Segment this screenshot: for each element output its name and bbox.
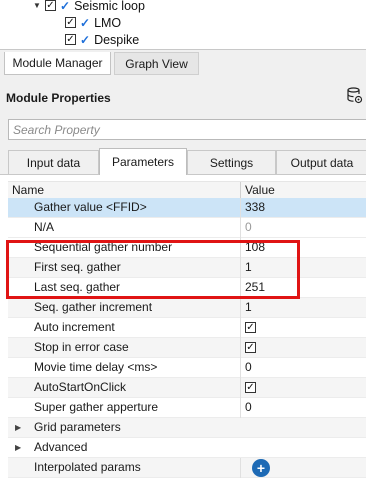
property-value[interactable]: 0: [245, 398, 252, 417]
column-divider: [240, 218, 241, 238]
checkbox-lmo[interactable]: ✓: [65, 17, 76, 28]
property-name: Movie time delay <ms>: [34, 360, 158, 374]
property-row-interpolated-params[interactable]: Interpolated params +: [8, 458, 366, 478]
property-row-autostartonclick[interactable]: AutoStartOnClick ✓: [8, 378, 366, 398]
expand-arrow-icon[interactable]: ▶: [15, 438, 21, 457]
property-row-movie-time-delay[interactable]: Movie time delay <ms> 0: [8, 358, 366, 378]
grid-header: Name Value: [8, 181, 366, 199]
collapse-arrow-icon[interactable]: ▼: [33, 0, 41, 14]
tab-output-data[interactable]: Output data: [276, 150, 366, 174]
panel-title: Module Properties: [6, 91, 111, 105]
property-name: N/A: [34, 220, 55, 234]
view-tabs: Module Manager Graph View: [0, 49, 366, 77]
property-row-na[interactable]: N/A 0: [8, 218, 366, 238]
property-grid: Name Value Gather value <FFID> 338 N/A 0…: [0, 175, 366, 478]
property-name: Seq. gather increment: [34, 300, 153, 314]
blue-check-icon: ✓: [80, 15, 91, 30]
property-row-seq-gather-increment[interactable]: Seq. gather increment 1: [8, 298, 366, 318]
column-divider: [240, 458, 241, 478]
property-row-auto-increment[interactable]: Auto increment ✓: [8, 318, 366, 338]
tab-label: Settings: [209, 155, 254, 170]
column-divider: [240, 198, 241, 218]
property-value[interactable]: 338: [245, 198, 265, 217]
column-divider: [240, 378, 241, 398]
tab-input-data[interactable]: Input data: [8, 150, 99, 174]
tab-label: Input data: [26, 155, 81, 170]
tab-label: Parameters: [111, 155, 175, 169]
checkbox-seismic-loop[interactable]: ✓: [45, 0, 56, 11]
auto-increment-checkbox[interactable]: ✓: [245, 322, 256, 333]
property-group-name: Advanced: [34, 440, 88, 454]
tree-item-lmo[interactable]: ✓ ✓ LMO: [65, 14, 121, 31]
property-name: Interpolated params: [34, 460, 141, 474]
stop-in-error-case-checkbox[interactable]: ✓: [245, 342, 256, 353]
property-value: 0: [245, 220, 252, 234]
blue-check-icon: ✓: [60, 0, 71, 13]
highlight-annotation-box: [6, 240, 300, 299]
autostartonclick-checkbox[interactable]: ✓: [245, 382, 256, 393]
search-bar: [0, 117, 366, 145]
tree-item-label: Despike: [94, 32, 140, 47]
property-row-stop-in-error-case[interactable]: Stop in error case ✓: [8, 338, 366, 358]
property-group-grid-parameters[interactable]: ▶ Grid parameters: [8, 418, 366, 438]
database-settings-icon[interactable]: [347, 87, 363, 105]
blue-check-icon: ✓: [80, 32, 91, 47]
property-value[interactable]: 1: [245, 298, 252, 317]
properties-tabbar: Input data Parameters Settings Output da…: [0, 145, 366, 175]
property-row-gather-value[interactable]: Gather value <FFID> 338: [8, 198, 366, 218]
column-divider[interactable]: [240, 182, 241, 198]
column-divider: [240, 358, 241, 378]
checkbox-despike[interactable]: ✓: [65, 34, 76, 45]
property-group-name: Grid parameters: [34, 420, 121, 434]
add-icon[interactable]: +: [252, 459, 270, 477]
column-header-name[interactable]: Name: [12, 182, 44, 198]
column-divider: [240, 398, 241, 418]
column-divider: [240, 298, 241, 318]
expand-arrow-icon[interactable]: ▶: [15, 418, 21, 437]
tree-item-label: Seismic loop: [74, 0, 145, 13]
tree-item-seismic-loop[interactable]: ▼ ✓ ✓ Seismic loop: [33, 0, 145, 14]
property-row-super-gather-apperture[interactable]: Super gather apperture 0: [8, 398, 366, 418]
search-property-input[interactable]: [8, 119, 366, 140]
property-name: Super gather apperture: [34, 400, 159, 414]
tree-item-despike[interactable]: ✓ ✓ Despike: [65, 31, 139, 48]
column-divider: [240, 338, 241, 358]
property-name: Stop in error case: [34, 340, 129, 354]
property-name: Gather value <FFID>: [34, 200, 147, 214]
tab-label: Output data: [290, 155, 354, 170]
tab-graph-view[interactable]: Graph View: [114, 52, 199, 75]
property-group-advanced[interactable]: ▶ Advanced: [8, 438, 366, 458]
tab-parameters[interactable]: Parameters: [99, 148, 187, 175]
property-name: AutoStartOnClick: [34, 380, 127, 394]
module-tree: ▼ ✓ ✓ Seismic loop ✓ ✓ LMO ✓ ✓ Despike: [0, 0, 366, 49]
column-header-value[interactable]: Value: [245, 182, 275, 198]
tab-label: Graph View: [125, 56, 188, 71]
tree-item-label: LMO: [94, 15, 122, 30]
tab-module-manager[interactable]: Module Manager: [4, 52, 111, 75]
column-divider: [240, 318, 241, 338]
property-name: Auto increment: [34, 320, 115, 334]
tab-label: Module Manager: [12, 56, 103, 70]
property-value[interactable]: 0: [245, 358, 252, 377]
module-properties-header: Module Properties: [0, 77, 366, 117]
tab-settings[interactable]: Settings: [187, 150, 276, 174]
